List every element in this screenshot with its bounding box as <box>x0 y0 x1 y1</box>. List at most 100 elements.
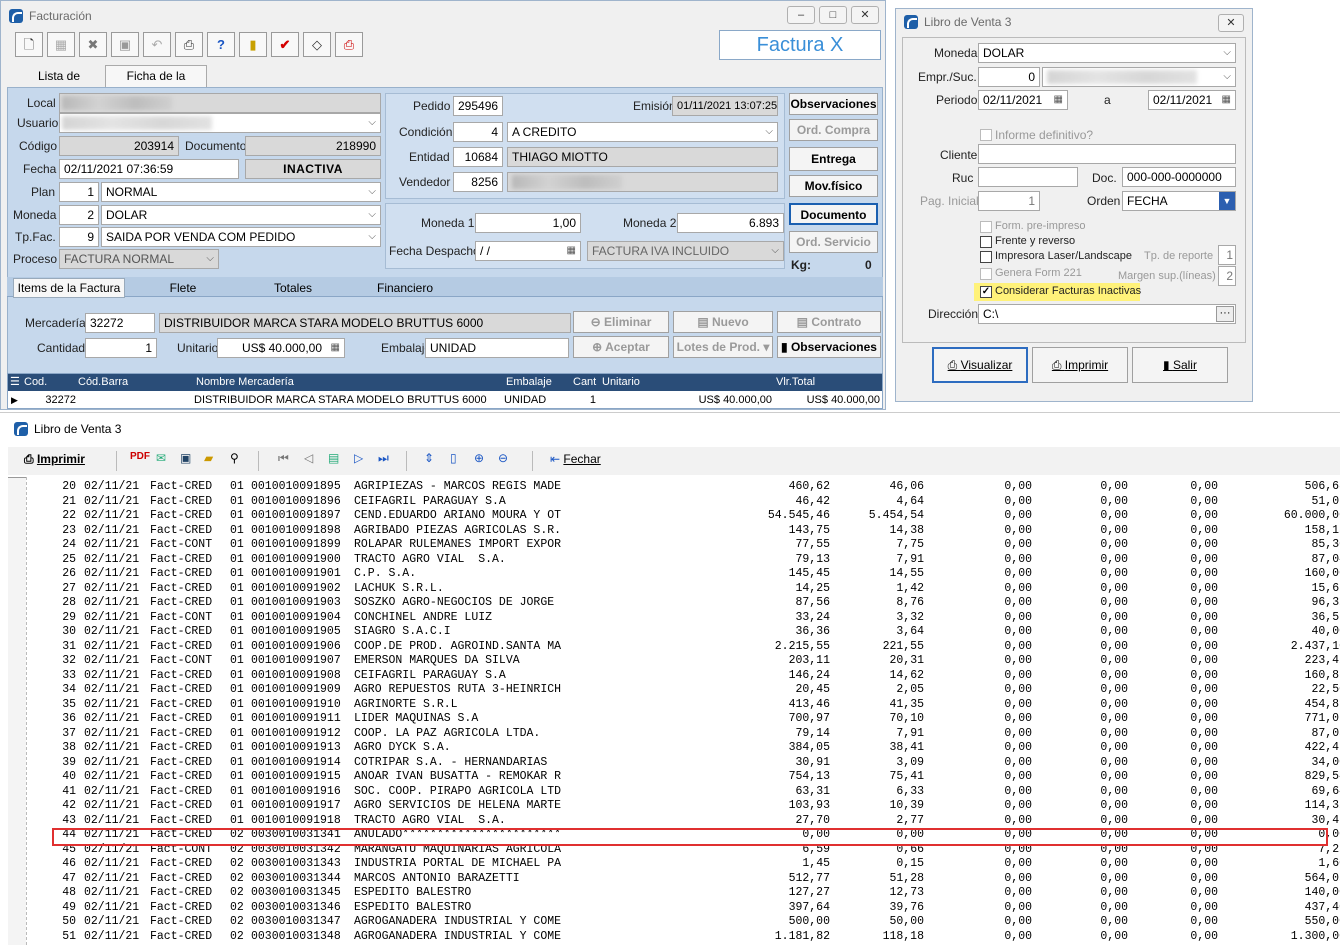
exit-icon[interactable]: ▮ <box>239 32 267 57</box>
tab-items-factura[interactable]: Items de la Factura <box>13 278 125 298</box>
minimize-button[interactable]: – <box>787 6 815 24</box>
entidad-num-field[interactable]: 10684 <box>453 147 503 167</box>
documento-field[interactable]: 218990 <box>245 136 381 156</box>
informe-definitivo-checkbox[interactable] <box>980 129 992 141</box>
pag-inicial-field[interactable]: 1 <box>978 191 1040 211</box>
col-vlrtotal[interactable]: Vlr.Total <box>776 374 815 391</box>
tab-totales[interactable]: Totales <box>239 281 347 295</box>
margen-field[interactable]: 2 <box>1218 266 1236 286</box>
help-icon[interactable]: ? <box>207 32 235 57</box>
calendar-icon[interactable]: ▦ <box>567 242 576 260</box>
save-icon[interactable]: ▣ <box>180 451 191 465</box>
dialog-close-button[interactable]: ✕ <box>1218 14 1244 32</box>
first-page-icon[interactable]: ⏮ <box>278 451 289 466</box>
cantidad-field[interactable]: 1 <box>85 338 157 358</box>
observaciones-button[interactable]: Observaciones <box>789 93 878 115</box>
print-icon[interactable]: ⎙ <box>175 32 203 57</box>
condicion-select[interactable]: A CREDITO ⌵ <box>507 122 778 142</box>
local-field[interactable] <box>59 93 381 113</box>
whole-page-icon[interactable]: ▯ <box>450 451 457 465</box>
tpfac-select[interactable]: SAIDA POR VENDA COM PEDIDO ⌵ <box>101 227 381 247</box>
emision-field[interactable]: 01/11/2021 13:07:25 <box>672 96 778 116</box>
ord-compra-button[interactable]: Ord. Compra <box>789 119 878 141</box>
last-page-icon[interactable]: ⏭ <box>378 451 389 466</box>
doc-field[interactable]: 000-000-0000000 <box>1122 167 1236 187</box>
salir-button[interactable]: ▮ Salir <box>1132 347 1228 383</box>
nuevo-button[interactable]: ▤ Nuevo <box>673 311 773 333</box>
printer-red-icon[interactable]: ⎙ <box>335 32 363 57</box>
unitario-field[interactable]: US$ 40.000,00 ▦ <box>217 338 345 358</box>
entrega-button[interactable]: Entrega <box>789 147 878 171</box>
genera-form221-checkbox[interactable] <box>980 268 992 280</box>
direccion-field[interactable]: C:\ ··· <box>978 304 1236 324</box>
prev-page-icon[interactable]: ◁ <box>304 451 313 465</box>
contrato-button[interactable]: ▤ Contrato <box>777 311 881 333</box>
visualizar-button[interactable]: ⎙ Visualizar <box>932 347 1028 383</box>
tab-financiero[interactable]: Financiero <box>351 281 459 295</box>
new-icon[interactable]: 🗋 <box>15 32 43 57</box>
ord-servicio-button[interactable]: Ord. Servicio <box>789 231 878 253</box>
save-icon[interactable]: ▣ <box>111 32 139 57</box>
periodo-desde-field[interactable]: 02/11/2021 ▦ <box>978 90 1068 110</box>
tpfac-num-field[interactable]: 9 <box>59 227 99 247</box>
confirm-icon[interactable]: ✔ <box>271 32 299 57</box>
calculator-icon[interactable]: ▦ <box>331 339 340 357</box>
find-icon[interactable]: ⚲ <box>230 451 239 465</box>
zoom-in-icon[interactable]: ⊕ <box>474 451 484 465</box>
plan-num-field[interactable]: 1 <box>59 182 99 202</box>
next-page-icon[interactable]: ▷ <box>354 451 363 465</box>
fecha-despacho-field[interactable]: / / ▦ <box>475 241 581 261</box>
proceso-select[interactable]: FACTURA NORMAL ⌵ <box>59 249 219 269</box>
moneda-select[interactable]: DOLAR ⌵ <box>101 205 381 225</box>
orden-select[interactable]: FECHA ▼ <box>1122 191 1236 211</box>
mercaderia-cod-field[interactable]: 32272 <box>85 313 155 333</box>
codigo-field[interactable]: 203914 <box>59 136 179 156</box>
zoom-out-icon[interactable]: ⊖ <box>498 451 508 465</box>
mov-fisico-button[interactable]: Mov.físico <box>789 175 878 197</box>
close-preview-button[interactable]: ⇤ Fechar <box>550 452 601 466</box>
tab-lista-facturas[interactable]: Lista de Facturas <box>13 67 105 101</box>
item-observaciones-button[interactable]: ▮ Observaciones <box>777 336 881 358</box>
moneda-select[interactable]: DOLAR ⌵ <box>978 43 1236 63</box>
periodo-hasta-field[interactable]: 02/11/2021 ▦ <box>1148 90 1236 110</box>
usuario-select[interactable]: ⌵ <box>59 113 381 133</box>
imprimir-button[interactable]: ⎙ Imprimir <box>1032 347 1128 383</box>
impresora-laser-checkbox[interactable] <box>980 251 992 263</box>
col-embalaje[interactable]: Embalaje <box>506 374 552 391</box>
cliente-field[interactable] <box>978 144 1236 164</box>
col-nombre[interactable]: Nombre Mercadería <box>196 374 294 391</box>
copy-icon[interactable]: ▦ <box>47 32 75 57</box>
maximize-button[interactable]: □ <box>819 6 847 24</box>
moneda-num-field[interactable]: 2 <box>59 205 99 225</box>
iva-select[interactable]: FACTURA IVA INCLUIDO ⌵ <box>587 241 784 261</box>
moneda1-field[interactable]: 1,00 <box>475 213 581 233</box>
moneda2-field[interactable]: 6.893 <box>677 213 784 233</box>
tab-flete[interactable]: Flete <box>131 281 235 295</box>
delete-icon[interactable]: ✖ <box>79 32 107 57</box>
email-icon[interactable]: ✉ <box>156 451 166 465</box>
eliminar-button[interactable]: ⊖ Eliminar <box>573 311 669 333</box>
print-button[interactable]: ⎙ Imprimir <box>24 452 85 467</box>
plan-select[interactable]: NORMAL ⌵ <box>101 182 381 202</box>
calendar-icon[interactable]: ▦ <box>1054 91 1063 109</box>
grid-menu-icon[interactable]: ☰ <box>10 374 20 391</box>
aceptar-button[interactable]: ⊕ Aceptar <box>573 336 669 358</box>
documento-button[interactable]: Documento <box>789 203 878 225</box>
condicion-num-field[interactable]: 4 <box>453 122 503 142</box>
close-button[interactable]: ✕ <box>851 6 879 24</box>
pedido-field[interactable]: 295496 <box>453 96 503 116</box>
mercaderia-field[interactable]: DISTRIBUIDOR MARCA STARA MODELO BRUTTUS … <box>159 313 571 333</box>
grid-row[interactable]: ▶ 32272 DISTRIBUIDOR MARCA STARA MODELO … <box>8 392 882 409</box>
lotes-button[interactable]: Lotes de Prod. ▾ <box>673 336 773 358</box>
col-cant[interactable]: Cant <box>573 374 596 391</box>
browse-button[interactable]: ··· <box>1216 306 1234 322</box>
frente-reverso-checkbox[interactable] <box>980 236 992 248</box>
ruc-field[interactable] <box>978 167 1078 187</box>
tab-ficha-factura[interactable]: Ficha de la Factura <box>105 65 207 103</box>
undo-icon[interactable]: ↶ <box>143 32 171 57</box>
empr-field[interactable]: 0 <box>978 67 1040 87</box>
sucursal-select[interactable]: ⌵ <box>1042 67 1236 87</box>
col-cod[interactable]: Cod. <box>24 374 47 391</box>
form-preimpreso-checkbox[interactable] <box>980 221 992 233</box>
eraser-icon[interactable]: ◇ <box>303 32 331 57</box>
